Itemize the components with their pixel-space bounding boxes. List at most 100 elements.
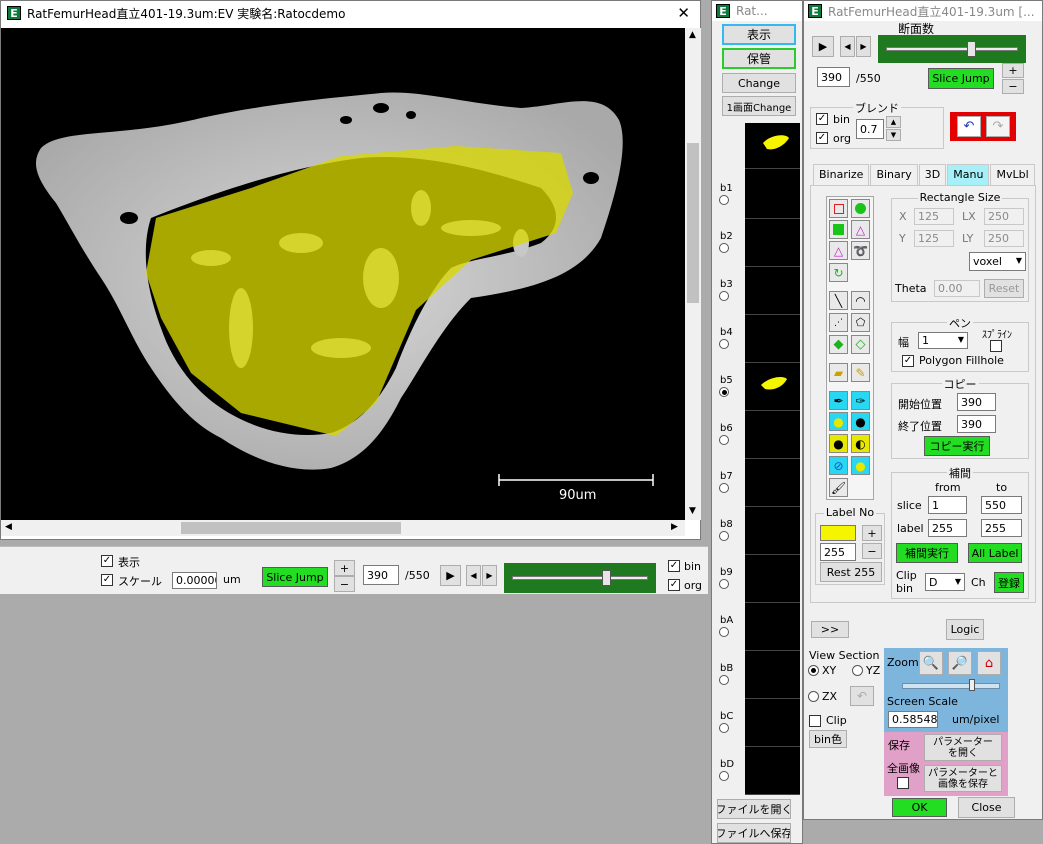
triangle-outline-tool[interactable]: △ — [851, 220, 870, 239]
blend-up-button[interactable]: ▲ — [886, 116, 901, 128]
bin-color-button[interactable]: bin色 — [809, 730, 847, 748]
slice-jump-button[interactable]: Slice Jump — [928, 68, 994, 89]
slice-plus-button[interactable]: + — [334, 560, 355, 576]
zoom-out-button[interactable]: 🔎 — [948, 651, 972, 675]
bin-preview-b8[interactable] — [745, 507, 800, 555]
control-titlebar[interactable]: E RatFemurHead直立401-19.3um [... — [804, 1, 1042, 21]
view-undo-button[interactable]: ↶ — [850, 686, 874, 706]
width-select[interactable]: 1 ▼ — [918, 332, 968, 349]
open-file-button[interactable]: ファイルを開く — [717, 799, 791, 819]
bin-preview-b2[interactable] — [745, 219, 800, 267]
bin-preview-b3[interactable] — [745, 267, 800, 315]
pencil-tool[interactable]: ✎ — [851, 363, 870, 382]
bin-checkbox[interactable]: ✓ — [668, 560, 680, 572]
bin-preview-bB[interactable] — [745, 651, 800, 699]
bin-preview-b4[interactable] — [745, 315, 800, 363]
bin-radio-b7[interactable] — [719, 483, 729, 493]
blend-bin-checkbox[interactable]: ✓ — [816, 113, 828, 125]
bin-preview-bA[interactable] — [745, 603, 800, 651]
play-button[interactable]: ▶ — [812, 36, 834, 57]
label-no-input[interactable]: 255 — [820, 543, 856, 561]
scroll-left-icon[interactable]: ◀ — [5, 522, 12, 532]
zoom-in-button[interactable]: 🔍 — [919, 651, 943, 675]
slice-minus-button[interactable]: − — [1002, 79, 1024, 94]
slice-slider-thumb[interactable] — [602, 570, 612, 586]
save-file-button[interactable]: ファイルへ保存 — [717, 823, 791, 843]
dots-black-tool[interactable]: ● — [851, 412, 870, 431]
copy-exec-button[interactable]: コピー実行 — [924, 436, 990, 456]
interp-exec-button[interactable]: 補間実行 — [896, 543, 958, 563]
tab-mvlbl[interactable]: MvLbl — [990, 164, 1035, 185]
save-params-button[interactable]: パラメーターと 画像を保存 — [924, 765, 1002, 792]
step-back-button[interactable]: ◀ — [466, 565, 481, 586]
copy-end-input[interactable]: 390 — [957, 415, 996, 433]
dots-yellow-tool[interactable]: ● — [829, 412, 848, 431]
slice-number-input[interactable]: 390 — [817, 67, 850, 87]
x-input[interactable]: 125 — [914, 208, 954, 225]
bin-radio-bA[interactable] — [719, 627, 729, 637]
reset-button[interactable]: Reset — [984, 279, 1024, 298]
show-button[interactable]: 表示 — [722, 24, 796, 45]
image-window-titlebar[interactable]: E RatFemurHead直立401-19.3um:EV 実験名:Ratocd… — [1, 1, 700, 25]
zoom-slider[interactable] — [902, 683, 1000, 689]
bin-radio-bB[interactable] — [719, 675, 729, 685]
ly-input[interactable]: 250 — [984, 230, 1024, 247]
eraser-tool[interactable]: ▰ — [829, 363, 848, 382]
dots-inverse-tool[interactable]: ● — [829, 434, 848, 453]
bin-radio-b3[interactable] — [719, 291, 729, 301]
section-slider-thumb[interactable] — [967, 41, 977, 57]
bin-preview-bC[interactable] — [745, 699, 800, 747]
logic-button[interactable]: Logic — [946, 619, 984, 640]
ok-button[interactable]: OK — [892, 798, 947, 817]
close-icon[interactable]: ✕ — [677, 4, 690, 22]
zoom-fit-button[interactable]: ⌂ — [977, 651, 1001, 675]
circle-yellow-tool[interactable]: ● — [851, 456, 870, 475]
screen-scale-input[interactable]: 0.585480 — [888, 711, 938, 728]
step-back-button[interactable]: ◀ — [840, 36, 855, 57]
slice-minus-button[interactable]: − — [334, 576, 355, 592]
rect-fill-tool[interactable] — [829, 220, 848, 239]
tab-binarize[interactable]: Binarize — [813, 164, 870, 185]
scroll-right-icon[interactable]: ▶ — [671, 522, 678, 532]
yz-radio[interactable] — [852, 665, 863, 676]
zoom-slider-thumb[interactable] — [969, 679, 975, 691]
unit-select[interactable]: voxel ▼ — [969, 252, 1026, 271]
bin-preview-current[interactable] — [745, 123, 800, 169]
theta-input[interactable]: 0.00 — [934, 280, 980, 297]
show-checkbox[interactable]: ✓ — [101, 555, 113, 567]
rest-255-button[interactable]: Rest 255 — [820, 562, 882, 582]
interp-slice-from-input[interactable]: 1 — [928, 496, 967, 514]
dots-outline-tool[interactable]: ◐ — [851, 434, 870, 453]
slice-slider[interactable] — [504, 563, 656, 593]
horizontal-scrollbar[interactable]: ◀ ▶ — [1, 520, 685, 536]
tab-3d[interactable]: 3D — [918, 164, 947, 185]
vertical-scrollbar[interactable]: ▲ ▼ — [685, 28, 701, 520]
spline-checkbox[interactable] — [990, 340, 1002, 352]
bin-radio-b5[interactable] — [719, 387, 729, 397]
lx-input[interactable]: 250 — [984, 208, 1024, 225]
curve-tool[interactable]: ◠ — [851, 291, 870, 310]
interp-slice-to-input[interactable]: 550 — [981, 496, 1022, 514]
scale-value-input[interactable]: 0.00000 — [172, 572, 217, 589]
register-button[interactable]: 登録 — [994, 572, 1024, 593]
clip-bin-select[interactable]: D ▼ — [925, 573, 965, 591]
dotted-line-tool[interactable]: ⋰ — [829, 313, 848, 332]
diamond-outline-tool[interactable]: ◇ — [851, 335, 870, 354]
bin-preview-b9[interactable] — [745, 555, 800, 603]
blend-org-checkbox[interactable]: ✓ — [816, 132, 828, 144]
clip-checkbox[interactable] — [809, 715, 821, 727]
expand-button[interactable]: >> — [811, 621, 849, 638]
bin-radio-b4[interactable] — [719, 339, 729, 349]
one-screen-change-button[interactable]: 1画面Change — [722, 96, 796, 116]
copy-start-input[interactable]: 390 — [957, 393, 996, 411]
scroll-down-icon[interactable]: ▼ — [689, 506, 696, 516]
vertical-scroll-thumb[interactable] — [687, 143, 699, 303]
tab-manu[interactable]: Manu — [947, 164, 990, 185]
label-color-swatch[interactable] — [820, 525, 856, 541]
all-image-checkbox[interactable] — [897, 777, 909, 789]
change-button[interactable]: Change — [722, 73, 796, 93]
interp-label-to-input[interactable]: 255 — [981, 519, 1022, 537]
undo-button[interactable]: ↶ — [957, 116, 981, 137]
paint-bucket-tool[interactable]: 🖌 — [829, 478, 848, 497]
diamond-fill-tool[interactable]: ◆ — [829, 335, 848, 354]
